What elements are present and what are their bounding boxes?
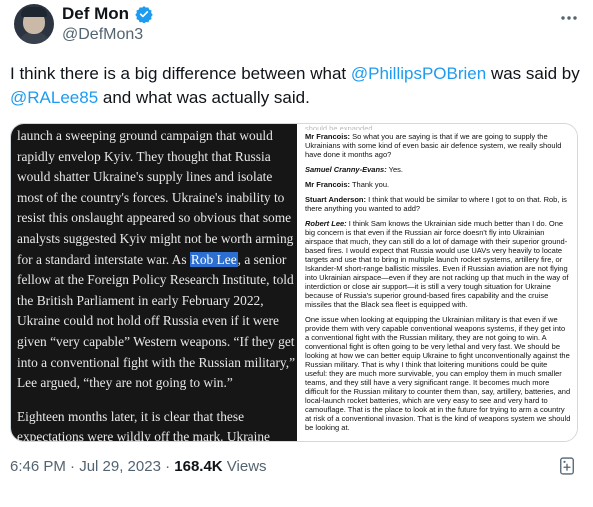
speaker-text: Yes. <box>386 165 403 174</box>
tweet-meta: 6:46 PM · Jul 29, 2023 · 168.4K Views <box>10 458 267 475</box>
speaker-text: I think Sam knows the Ukrainian side muc… <box>305 219 569 309</box>
transcript-entry-a3: One issue when looking at equipping the … <box>305 315 571 432</box>
speaker-label: Stuart Anderson: <box>305 195 366 204</box>
mention-ralee85[interactable]: @RALee85 <box>10 88 98 107</box>
more-dots-glyph <box>561 16 577 20</box>
tweet-text-part3: and what was actually said. <box>98 88 310 107</box>
speaker-label: Robert Lee: <box>305 219 347 228</box>
bookmark-icon[interactable] <box>557 456 577 476</box>
tweet-text-part1: I think there is a big difference betwee… <box>10 64 351 83</box>
transcript-entry-a1: Samuel Cranny-Evans: Yes. <box>305 165 571 174</box>
mention-phillipspobrien[interactable]: @PhillipsPOBrien <box>351 64 486 83</box>
article-excerpt-panel: launch a sweeping ground campaign that w… <box>11 124 297 441</box>
verified-badge-icon <box>135 6 153 23</box>
transcript-entry-q3: Stuart Anderson: I think that would be s… <box>305 195 571 213</box>
article-highlight-rob-lee: Rob Lee <box>189 251 238 267</box>
speaker-label: Samuel Cranny-Evans: <box>305 165 387 174</box>
tweet-text-part2: was said by <box>486 64 580 83</box>
transcript-top-fragment: should be expanded. <box>305 124 375 130</box>
tweet-timestamp[interactable]: 6:46 PM · Jul 29, 2023 · <box>10 458 174 475</box>
views-count: 168.4K <box>174 458 223 475</box>
more-options-icon[interactable] <box>559 8 579 33</box>
author-name-row: Def Mon <box>62 4 153 24</box>
tweet-media-image[interactable]: launch a sweeping ground campaign that w… <box>10 123 578 442</box>
transcript-entry-a2: Robert Lee: I think Sam knows the Ukrain… <box>305 219 571 309</box>
article-paragraph-2: Eighteen months later, it is clear that … <box>17 408 270 442</box>
transcript-panel: should be expanded. Mr Francois: So what… <box>297 124 577 441</box>
article-paragraph-1: launch a sweeping ground campaign that w… <box>17 126 297 394</box>
article-para1-after: , a senior fellow at the Foreign Policy … <box>17 251 296 391</box>
author-display-name[interactable]: Def Mon <box>62 4 129 24</box>
tweet-text: I think there is a big difference betwee… <box>10 62 585 110</box>
speaker-label: Mr Francois: <box>305 132 351 141</box>
speaker-label: Mr Francois: <box>305 180 351 189</box>
article-para1-before: launch a sweeping ground campaign that w… <box>17 128 294 267</box>
author-handle[interactable]: @DefMon3 <box>62 26 143 44</box>
avatar-cap-shape <box>21 7 47 17</box>
views-label: Views <box>222 458 267 475</box>
author-avatar[interactable] <box>14 4 54 44</box>
transcript-entry-q2: Mr Francois: Thank you. <box>305 180 571 189</box>
speaker-text: Thank you. <box>350 180 390 189</box>
transcript-entry-q1: Mr Francois: So what you are saying is t… <box>305 132 571 159</box>
